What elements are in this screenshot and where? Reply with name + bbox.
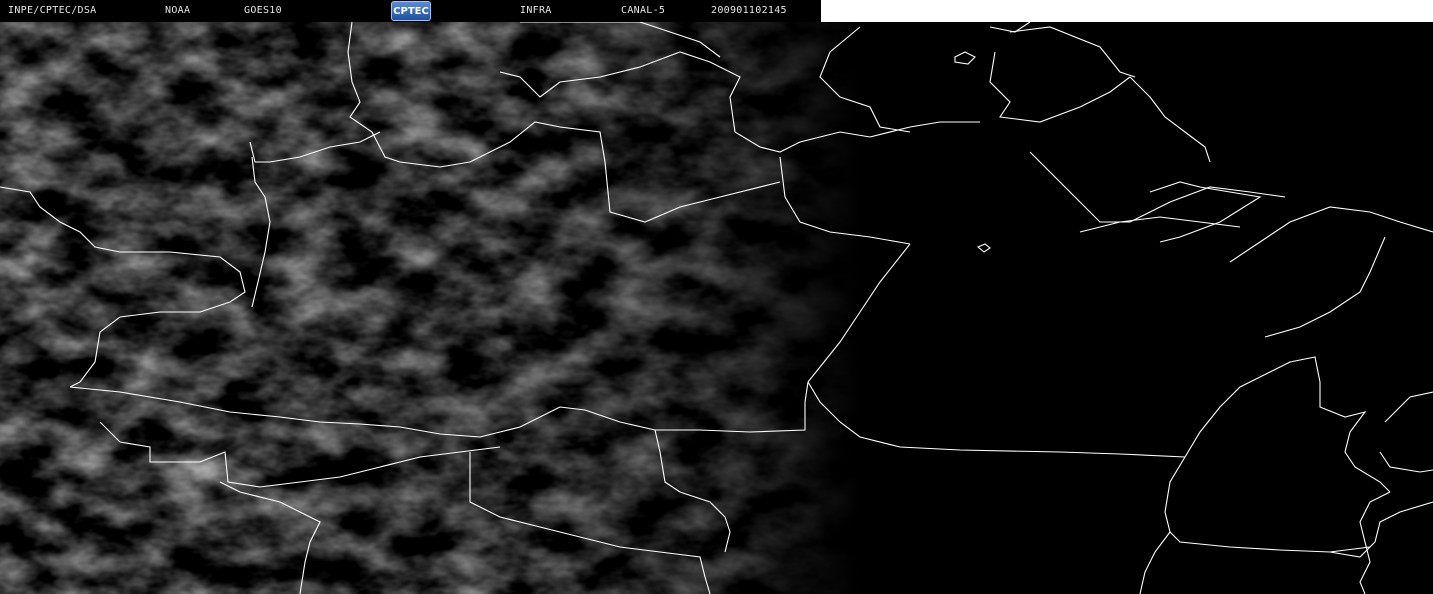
product-label: INFRA — [520, 5, 552, 16]
channel-label: CANAL-5 — [621, 5, 666, 16]
agency-label: NOAA — [165, 5, 191, 16]
cptec-logo: CPTEC — [391, 1, 431, 21]
timestamp-label: 200901102145 — [711, 5, 787, 16]
blank-header-strip — [821, 0, 1433, 22]
image-header-bar: INPE/CPTEC/DSA NOAA GOES10 CPTEC INFRA C… — [0, 0, 821, 22]
satellite-label: GOES10 — [244, 5, 282, 16]
logo-text: CPTEC — [393, 5, 429, 17]
org-label: INPE/CPTEC/DSA — [8, 5, 97, 16]
satellite-map — [0, 22, 1433, 594]
satellite-image-viewer: INPE/CPTEC/DSA NOAA GOES10 CPTEC INFRA C… — [0, 0, 1433, 594]
